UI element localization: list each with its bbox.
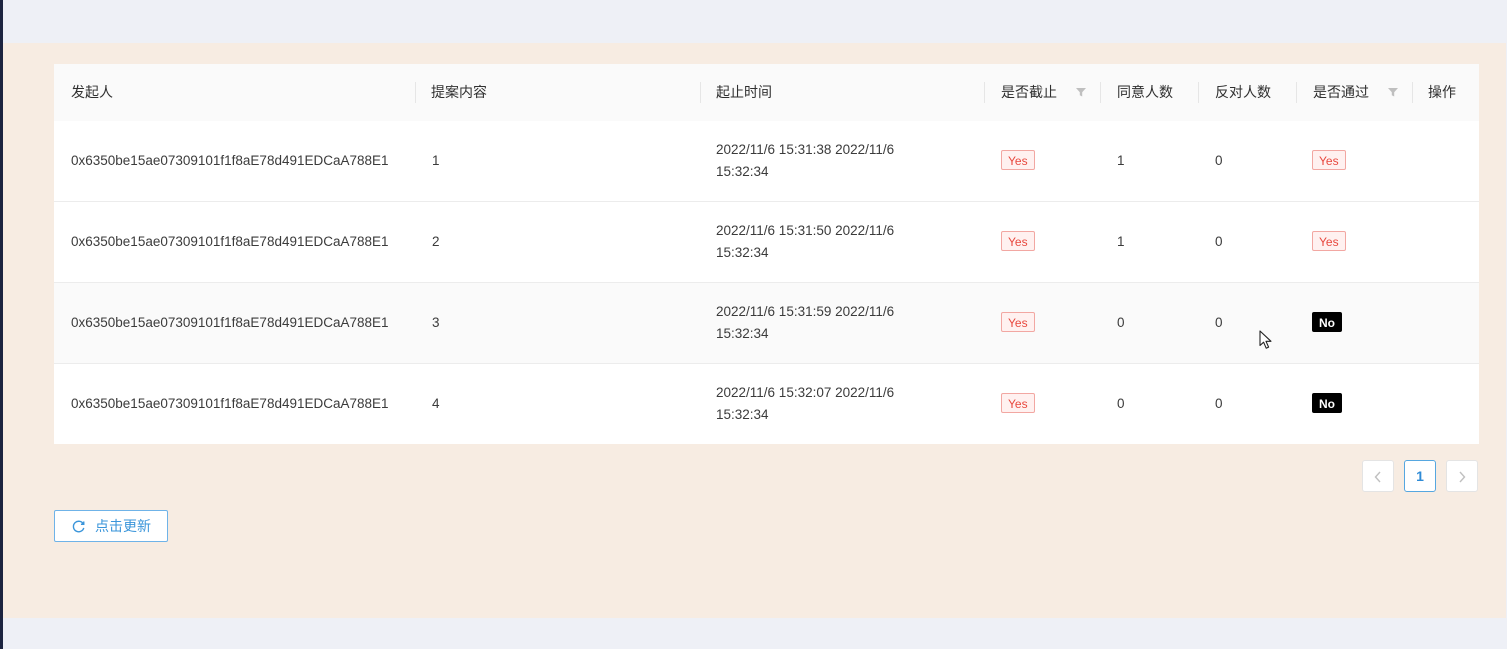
start-end-time: 2022/11/6 15:31:38 2022/11/6 15:32:34 [716,139,931,183]
column-header-actions: 操作 [1428,84,1456,100]
column-divider [1412,82,1413,103]
column-header-oppose-count: 反对人数 [1215,84,1271,100]
chevron-right-icon [1459,471,1466,483]
oppose-count: 0 [1215,153,1223,168]
column-header-agree-count: 同意人数 [1117,84,1173,100]
column-header-is-passed: 是否通过 [1313,84,1369,100]
oppose-count: 0 [1215,396,1223,411]
oppose-count: 0 [1215,315,1223,330]
proposals-table: 发起人 提案内容 起止时间 是否截止 同意人数 反对人数 是否通过 操作 0x6… [54,64,1479,444]
refresh-icon [72,520,85,533]
proposal-content: 4 [432,396,440,411]
initiator-address: 0x6350be15ae07309101f1f8aE78d491EDCaA788… [71,315,389,330]
oppose-count: 0 [1215,234,1223,249]
closed-status-badge: Yes [1001,150,1035,170]
time-line: 2022/11/6 15:31:50 2022/11/6 [716,223,895,238]
column-divider [1100,82,1101,103]
time-line: 2022/11/6 15:31:38 2022/11/6 [716,142,895,157]
time-line: 15:32:34 [716,326,769,341]
agree-count: 1 [1117,153,1125,168]
column-header-period: 起止时间 [716,84,772,100]
start-end-time: 2022/11/6 15:31:50 2022/11/6 15:32:34 [716,220,931,264]
chevron-left-icon [1374,471,1381,483]
mouse-cursor-icon [1259,330,1272,349]
passed-status-badge: Yes [1312,150,1346,170]
table-row[interactable]: 0x6350be15ae07309101f1f8aE78d491EDCaA788… [54,364,1479,444]
start-end-time: 2022/11/6 15:31:59 2022/11/6 15:32:34 [716,301,931,345]
passed-status-badge: No [1312,393,1342,413]
column-divider [1198,82,1199,103]
refresh-button[interactable]: 点击更新 [54,510,168,542]
column-divider [700,82,701,103]
page-number-button[interactable]: 1 [1404,460,1436,492]
time-line: 15:32:34 [716,245,769,260]
next-page-button[interactable] [1446,460,1478,492]
table-header: 发起人 提案内容 起止时间 是否截止 同意人数 反对人数 是否通过 操作 [54,64,1479,122]
column-header-initiator: 发起人 [71,84,113,100]
table-row[interactable]: 0x6350be15ae07309101f1f8aE78d491EDCaA788… [54,202,1479,283]
passed-status-badge: No [1312,312,1342,332]
closed-status-badge: Yes [1001,312,1035,332]
column-divider [415,82,416,103]
column-divider [1296,82,1297,103]
filter-icon[interactable] [1075,86,1087,98]
initiator-address: 0x6350be15ae07309101f1f8aE78d491EDCaA788… [71,234,389,249]
prev-page-button[interactable] [1362,460,1394,492]
initiator-address: 0x6350be15ae07309101f1f8aE78d491EDCaA788… [71,153,389,168]
table-row[interactable]: 0x6350be15ae07309101f1f8aE78d491EDCaA788… [54,283,1479,364]
refresh-button-label: 点击更新 [95,518,151,534]
time-line: 15:32:34 [716,164,769,179]
proposal-content: 1 [432,153,440,168]
filter-icon[interactable] [1387,86,1399,98]
content-panel: 发起人 提案内容 起止时间 是否截止 同意人数 反对人数 是否通过 操作 0x6… [3,43,1506,618]
agree-count: 0 [1117,396,1125,411]
proposal-content: 3 [432,315,440,330]
table-row[interactable]: 0x6350be15ae07309101f1f8aE78d491EDCaA788… [54,121,1479,202]
time-line: 2022/11/6 15:31:59 2022/11/6 [716,304,895,319]
agree-count: 1 [1117,234,1125,249]
column-header-is-closed: 是否截止 [1001,84,1057,100]
proposal-content: 2 [432,234,440,249]
passed-status-badge: Yes [1312,231,1346,251]
closed-status-badge: Yes [1001,393,1035,413]
agree-count: 0 [1117,315,1125,330]
time-line: 15:32:34 [716,407,769,422]
closed-status-badge: Yes [1001,231,1035,251]
column-divider [984,82,985,103]
start-end-time: 2022/11/6 15:32:07 2022/11/6 15:32:34 [716,382,931,426]
initiator-address: 0x6350be15ae07309101f1f8aE78d491EDCaA788… [71,396,389,411]
time-line: 2022/11/6 15:32:07 2022/11/6 [716,385,895,400]
column-header-proposal: 提案内容 [431,84,487,100]
